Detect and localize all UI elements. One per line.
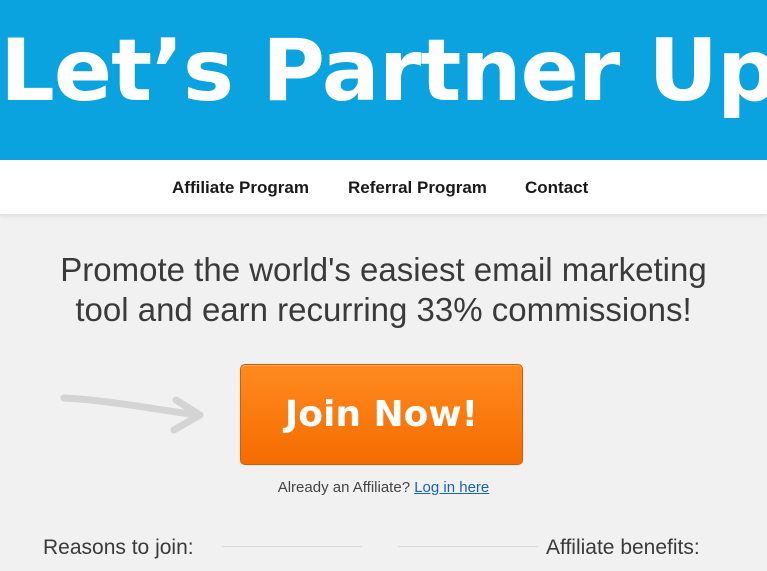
top-nav: Affiliate Program Referral Program Conta… (0, 160, 767, 215)
login-link[interactable]: Log in here (414, 479, 489, 496)
login-prompt: Already an Affiliate? Log in here (0, 479, 767, 496)
join-now-button[interactable]: Join Now! (240, 364, 523, 465)
reasons-heading: Reasons to join: (43, 536, 194, 559)
nav-item-affiliate-program[interactable]: Affiliate Program (172, 178, 309, 198)
nav-item-contact[interactable]: Contact (525, 178, 588, 198)
arrow-right-icon (60, 394, 204, 434)
divider-left (222, 546, 362, 547)
benefits-heading: Affiliate benefits: (546, 536, 700, 559)
headline-line-1: Promote the world's easiest email market… (60, 251, 707, 288)
login-prompt-text: Already an Affiliate? (277, 479, 411, 496)
headline: Promote the world's easiest email market… (0, 250, 767, 330)
page-title: Let’s Partner Up! (0, 21, 767, 121)
hero-banner: Let’s Partner Up! (0, 0, 767, 160)
divider-right (398, 546, 538, 547)
nav-item-referral-program[interactable]: Referral Program (348, 178, 487, 198)
headline-line-2: tool and earn recurring 33% commissions! (75, 291, 692, 328)
